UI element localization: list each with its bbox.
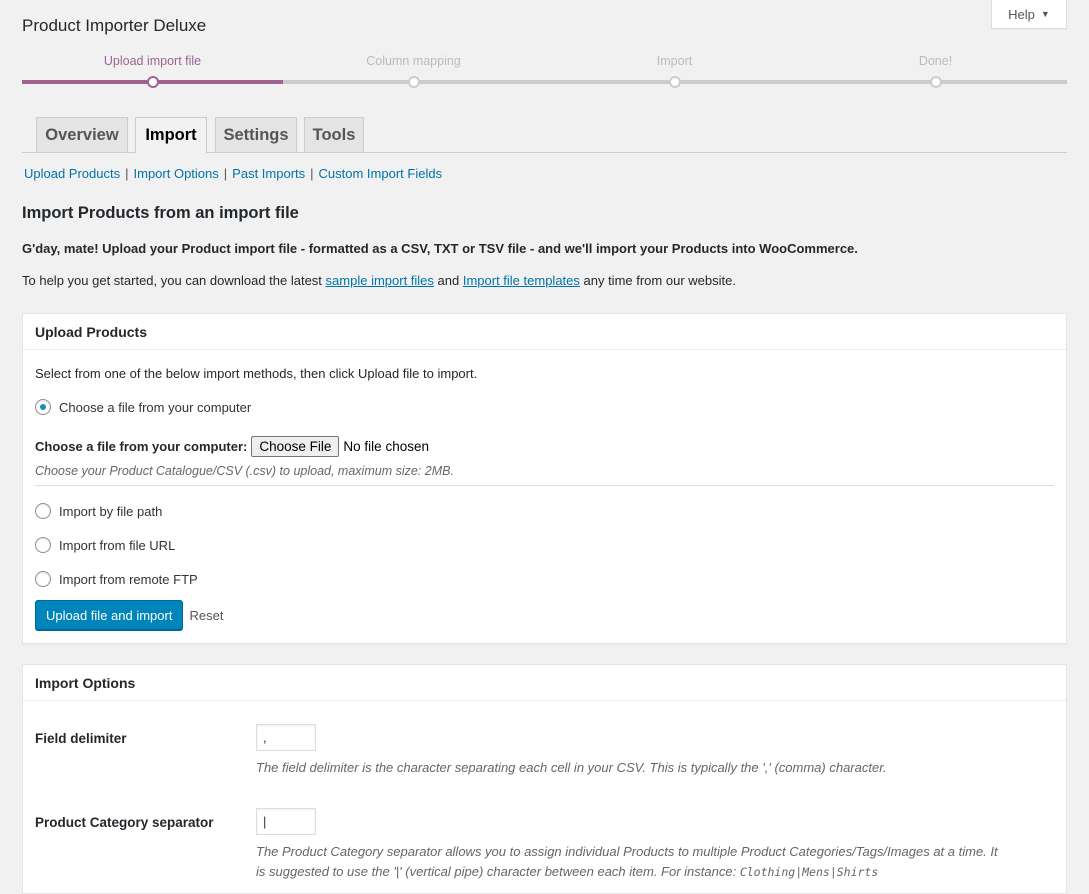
method-ftp-label: Import from remote FTP — [59, 571, 198, 587]
step-dot — [146, 76, 159, 88]
intro-text: G'day, mate! Upload your Product import … — [22, 241, 858, 256]
file-upload-row: Choose a file from your computer: Choose… — [35, 436, 429, 457]
divider — [35, 485, 1054, 486]
chevron-down-icon: ▼ — [1040, 9, 1050, 19]
upload-products-box: Upload Products Select from one of the b… — [22, 313, 1067, 644]
step-import: Import — [544, 50, 805, 88]
upload-box-title: Upload Products — [23, 314, 1066, 350]
link-upload-products[interactable]: Upload Products — [24, 166, 120, 181]
step-dot — [929, 76, 942, 88]
intro-suffix: any time from our website. — [579, 273, 736, 288]
intro-prefix: To help you get started, you can downloa… — [22, 273, 326, 288]
no-file-text: No file chosen — [343, 439, 429, 454]
upload-instruction: Select from one of the below import meth… — [35, 366, 478, 381]
method-url-label: Import from file URL — [59, 537, 176, 553]
step-label: Done! — [918, 54, 953, 68]
import-steps: Upload import file Column mapping Import… — [22, 50, 1067, 90]
import-options-box: Import Options Field delimiter The field… — [22, 664, 1067, 894]
category-separator-label: Product Category separator — [35, 815, 214, 830]
radio-unchecked[interactable] — [35, 503, 51, 519]
step-dot — [407, 76, 420, 88]
method-ftp-option[interactable]: Import from remote FTP — [35, 571, 198, 587]
method-computer-option[interactable]: Choose a file from your computer — [35, 399, 251, 415]
radio-unchecked[interactable] — [35, 537, 51, 553]
intro-help-text: To help you get started, you can downloa… — [22, 273, 736, 288]
intro-mid: and — [433, 273, 463, 288]
options-box-title: Import Options — [23, 665, 1066, 701]
category-desc-text: is suggested to use the '|' (vertical pi… — [256, 864, 740, 879]
step-label: Upload import file — [103, 54, 202, 68]
help-label: Help — [1008, 6, 1035, 22]
method-url-option[interactable]: Import from file URL — [35, 537, 175, 553]
step-label: Import — [656, 54, 693, 68]
step-upload: Upload import file — [22, 50, 283, 88]
step-dot — [668, 76, 681, 88]
category-example: Clothing|Mens|Shirts — [739, 865, 879, 879]
upload-and-import-button[interactable]: Upload file and import — [35, 600, 184, 630]
step-column-mapping: Column mapping — [283, 50, 544, 88]
sample-files-link[interactable]: sample import files — [326, 273, 434, 288]
delimiter-description: The field delimiter is the character sep… — [256, 760, 887, 775]
separator: | — [310, 166, 314, 181]
link-past-imports[interactable]: Past Imports — [232, 166, 305, 181]
nav-tabs: Overview Import Settings Tools — [22, 117, 1067, 154]
file-label: Choose a file from your computer: — [35, 439, 248, 454]
upload-actions: Upload file and import Reset — [35, 600, 223, 630]
separator: | — [223, 166, 228, 181]
help-tab[interactable]: Help ▼ — [991, 0, 1067, 29]
delimiter-label: Field delimiter — [35, 731, 127, 746]
templates-link[interactable]: Import file templates — [463, 273, 580, 288]
category-separator-input[interactable] — [256, 808, 316, 835]
tab-import[interactable]: Import — [135, 117, 207, 154]
method-computer-label: Choose a file from your computer — [59, 399, 252, 415]
tab-tools[interactable]: Tools — [304, 117, 364, 153]
link-import-options[interactable]: Import Options — [134, 166, 219, 181]
section-title: Import Products from an import file — [22, 204, 299, 222]
radio-unchecked[interactable] — [35, 571, 51, 587]
category-separator-description: The Product Category separator allows yo… — [256, 844, 998, 859]
link-custom-import-fields[interactable]: Custom Import Fields — [319, 166, 443, 181]
reset-link[interactable]: Reset — [189, 608, 223, 623]
tab-overview[interactable]: Overview — [36, 117, 128, 153]
delimiter-input[interactable] — [256, 724, 316, 751]
page-title: Product Importer Deluxe — [22, 16, 207, 35]
step-label: Column mapping — [366, 54, 461, 68]
method-path-label: Import by file path — [59, 503, 163, 519]
category-separator-description-2: is suggested to use the '|' (vertical pi… — [256, 864, 878, 879]
file-hint: Choose your Product Catalogue/CSV (.csv)… — [35, 464, 454, 478]
tab-settings[interactable]: Settings — [215, 117, 297, 153]
sub-navigation: Upload Products | Import Options | Past Impo… — [24, 166, 442, 181]
method-path-option[interactable]: Import by file path — [35, 503, 162, 519]
radio-dot — [40, 404, 46, 410]
radio-checked[interactable] — [35, 399, 51, 415]
separator: | — [125, 166, 129, 181]
step-done: Done! — [805, 50, 1066, 88]
choose-file-button[interactable]: Choose File — [251, 436, 340, 457]
